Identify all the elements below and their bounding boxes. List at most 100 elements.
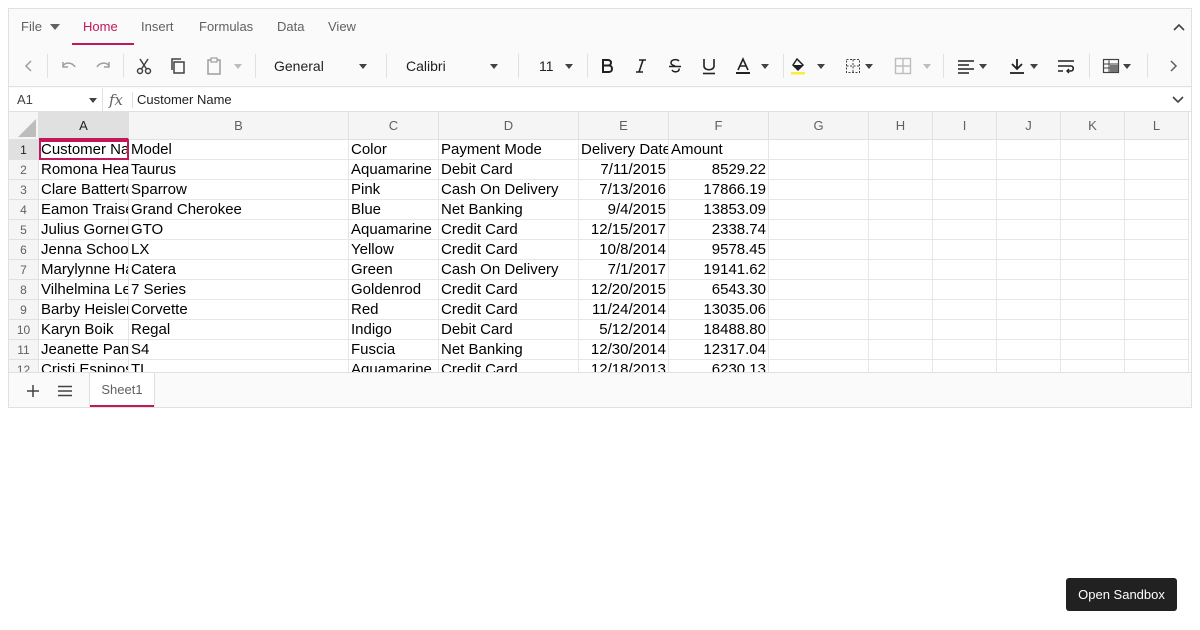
- cell[interactable]: Aquamarine: [349, 220, 439, 240]
- borders-caret-icon[interactable]: [865, 64, 873, 69]
- cell[interactable]: 8529.22: [669, 160, 769, 180]
- cell[interactable]: Cristi Espinos: [39, 360, 129, 372]
- tab-home[interactable]: Home: [83, 9, 118, 45]
- name-box[interactable]: A1: [17, 88, 33, 112]
- cell[interactable]: Barby Heisler: [39, 300, 129, 320]
- cell[interactable]: [1061, 320, 1125, 340]
- cell[interactable]: [933, 300, 997, 320]
- cell[interactable]: [997, 360, 1061, 372]
- cell[interactable]: [1125, 260, 1189, 280]
- cell[interactable]: [997, 300, 1061, 320]
- scroll-right-icon[interactable]: [1159, 53, 1187, 79]
- cell[interactable]: [769, 200, 869, 220]
- tab-file[interactable]: File: [21, 9, 42, 45]
- cell[interactable]: [997, 280, 1061, 300]
- cell[interactable]: [769, 220, 869, 240]
- cell[interactable]: LX: [129, 240, 349, 260]
- cell[interactable]: Goldenrod: [349, 280, 439, 300]
- cell[interactable]: [997, 240, 1061, 260]
- cell[interactable]: Debit Card: [439, 320, 579, 340]
- cell[interactable]: 18488.80: [669, 320, 769, 340]
- cell[interactable]: 7/1/2017: [579, 260, 669, 280]
- cell[interactable]: Net Banking: [439, 200, 579, 220]
- cell[interactable]: [869, 300, 933, 320]
- cell[interactable]: 19141.62: [669, 260, 769, 280]
- cell[interactable]: Romona Heaslip: [39, 160, 129, 180]
- row-header[interactable]: 10: [9, 320, 39, 340]
- horizontal-align-caret-icon[interactable]: [979, 64, 987, 69]
- cell[interactable]: Credit Card: [439, 280, 579, 300]
- cell[interactable]: [1061, 160, 1125, 180]
- column-header[interactable]: A: [39, 112, 129, 140]
- column-header[interactable]: C: [349, 112, 439, 140]
- borders-icon[interactable]: [839, 53, 867, 79]
- cell[interactable]: Taurus: [129, 160, 349, 180]
- cell[interactable]: [1125, 300, 1189, 320]
- cell[interactable]: Sparrow: [129, 180, 349, 200]
- tab-view[interactable]: View: [328, 9, 356, 45]
- cell[interactable]: [1061, 280, 1125, 300]
- cell[interactable]: [769, 300, 869, 320]
- cell[interactable]: [997, 180, 1061, 200]
- cell[interactable]: [997, 320, 1061, 340]
- fill-color-icon[interactable]: [785, 53, 813, 79]
- cell[interactable]: Credit Card: [439, 360, 579, 372]
- vertical-align-icon[interactable]: [1003, 53, 1031, 79]
- number-format-caret-icon[interactable]: [359, 64, 367, 69]
- cell[interactable]: [997, 260, 1061, 280]
- cell[interactable]: 6230.13: [669, 360, 769, 372]
- cell[interactable]: [869, 220, 933, 240]
- cell[interactable]: Jeanette Pamplin: [39, 340, 129, 360]
- column-header[interactable]: B: [129, 112, 349, 140]
- cell[interactable]: TL: [129, 360, 349, 372]
- cell[interactable]: Fuscia: [349, 340, 439, 360]
- cell[interactable]: [769, 360, 869, 372]
- horizontal-align-icon[interactable]: [952, 53, 980, 79]
- cell[interactable]: [933, 160, 997, 180]
- cell[interactable]: [769, 260, 869, 280]
- row-header[interactable]: 5: [9, 220, 39, 240]
- cell[interactable]: 2338.74: [669, 220, 769, 240]
- conditional-formatting-caret-icon[interactable]: [1123, 64, 1131, 69]
- merge-cells-caret-icon[interactable]: [923, 64, 931, 69]
- cell[interactable]: Red: [349, 300, 439, 320]
- cell[interactable]: 12317.04: [669, 340, 769, 360]
- collapse-ribbon-icon[interactable]: [1172, 21, 1186, 33]
- cell[interactable]: Cash On Delivery: [439, 260, 579, 280]
- cell[interactable]: 12/18/2013: [579, 360, 669, 372]
- column-header[interactable]: F: [669, 112, 769, 140]
- tab-formulas[interactable]: Formulas: [199, 9, 253, 45]
- cell[interactable]: Pink: [349, 180, 439, 200]
- cell[interactable]: [869, 360, 933, 372]
- cell[interactable]: Julius Gorner: [39, 220, 129, 240]
- cell[interactable]: [933, 260, 997, 280]
- cell[interactable]: [933, 320, 997, 340]
- cell[interactable]: Indigo: [349, 320, 439, 340]
- cell[interactable]: Credit Card: [439, 220, 579, 240]
- row-header[interactable]: 11: [9, 340, 39, 360]
- redo-icon[interactable]: [89, 53, 117, 79]
- font-family-caret-icon[interactable]: [490, 64, 498, 69]
- column-header[interactable]: E: [579, 112, 669, 140]
- cell[interactable]: [869, 280, 933, 300]
- sheet-list-icon[interactable]: [57, 385, 73, 397]
- cell[interactable]: Aquamarine: [349, 160, 439, 180]
- cell[interactable]: [1125, 160, 1189, 180]
- fill-color-caret-icon[interactable]: [817, 64, 825, 69]
- cell[interactable]: 13035.06: [669, 300, 769, 320]
- cell[interactable]: [933, 280, 997, 300]
- cell[interactable]: 12/20/2015: [579, 280, 669, 300]
- cell[interactable]: Net Banking: [439, 340, 579, 360]
- undo-icon[interactable]: [55, 53, 83, 79]
- font-size-caret-icon[interactable]: [565, 64, 573, 69]
- cut-icon[interactable]: [130, 53, 158, 79]
- cell[interactable]: [869, 320, 933, 340]
- cell[interactable]: 12/30/2014: [579, 340, 669, 360]
- cell[interactable]: Regal: [129, 320, 349, 340]
- row-header[interactable]: 4: [9, 200, 39, 220]
- merge-cells-icon[interactable]: [889, 53, 917, 79]
- cell[interactable]: [1125, 220, 1189, 240]
- cell[interactable]: Grand Cherokee: [129, 200, 349, 220]
- cell[interactable]: [1125, 140, 1189, 160]
- cell[interactable]: [933, 180, 997, 200]
